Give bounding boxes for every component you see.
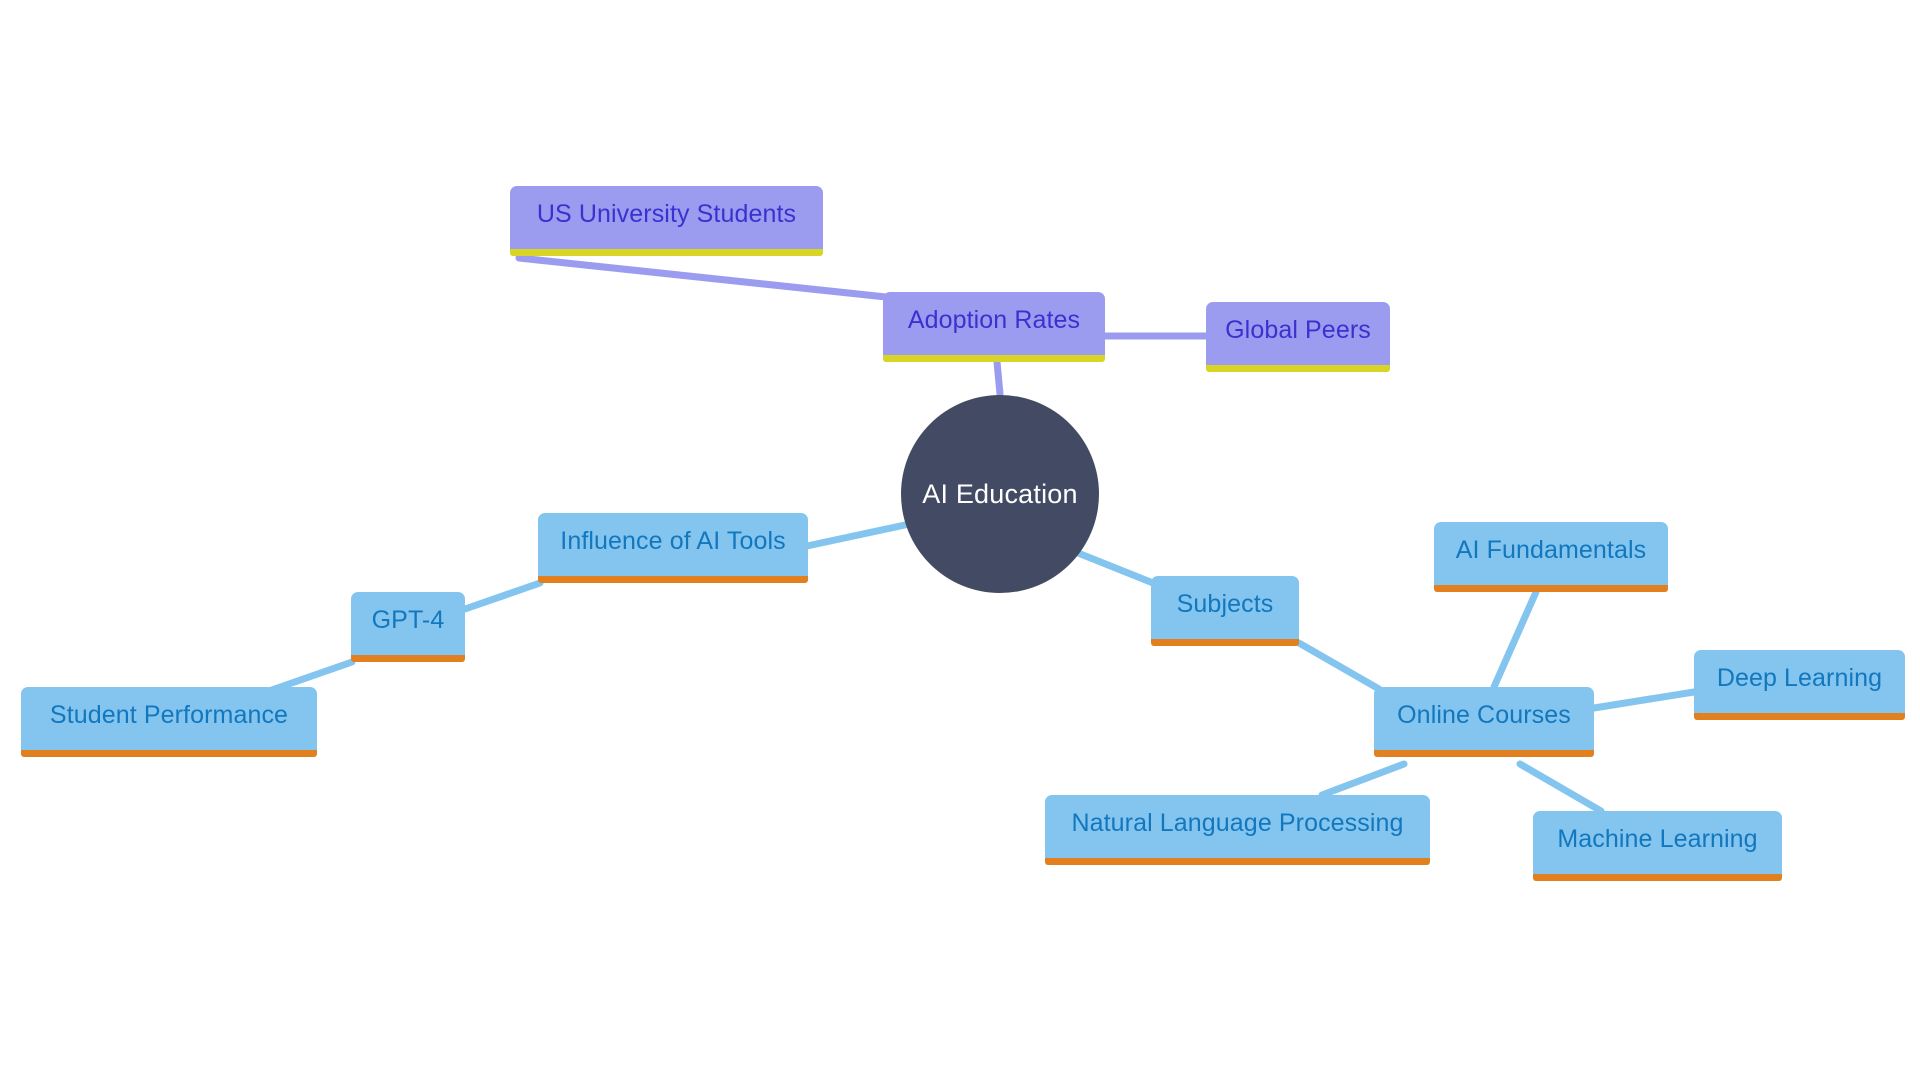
node-label-global-peers: Global Peers (1225, 316, 1371, 344)
edge-adoption-rates-to-us-university-students (515, 254, 890, 301)
edge-online-courses-to-natural-language-processing (1318, 760, 1408, 799)
node-global-peers[interactable]: Global Peers (1206, 302, 1390, 372)
root-node-label: AI Education (922, 478, 1078, 509)
node-machine-learning[interactable]: Machine Learning (1533, 811, 1782, 881)
node-label-adoption-rates: Adoption Rates (907, 306, 1081, 334)
edge-online-courses-to-ai-fundamentals (1490, 588, 1540, 691)
node-label-subjects: Subjects (1176, 590, 1274, 618)
node-influence-of-ai-tools[interactable]: Influence of AI Tools (538, 513, 808, 583)
node-subjects[interactable]: Subjects (1151, 576, 1299, 646)
node-label-online-courses: Online Courses (1397, 701, 1571, 729)
edge-online-courses-to-deep-learning (1590, 688, 1698, 712)
node-label-ai-fundamentals: AI Fundamentals (1455, 536, 1647, 564)
node-online-courses[interactable]: Online Courses (1374, 687, 1594, 757)
node-gpt-4[interactable]: GPT-4 (351, 592, 465, 662)
mind-map-canvas: AI Education Adoption Rates US University … (0, 0, 1920, 1080)
node-label-deep-learning: Deep Learning (1716, 664, 1883, 692)
edge-root-to-influence-of-ai-tools (803, 521, 909, 550)
edge-subjects-to-online-courses (1295, 639, 1383, 693)
node-adoption-rates[interactable]: Adoption Rates (883, 292, 1105, 362)
edge-root-to-subjects (1069, 547, 1157, 587)
node-us-university-students[interactable]: US University Students (510, 186, 823, 256)
edge-online-courses-to-machine-learning (1516, 760, 1605, 815)
node-deep-learning[interactable]: Deep Learning (1694, 650, 1905, 720)
node-label-natural-language-processing: Natural Language Processing (1071, 809, 1404, 837)
node-natural-language-processing[interactable]: Natural Language Processing (1045, 795, 1430, 865)
node-ai-fundamentals[interactable]: AI Fundamentals (1434, 522, 1668, 592)
edge-root-to-adoption-rates (993, 358, 1004, 398)
node-label-gpt-4: GPT-4 (371, 606, 445, 634)
node-label-machine-learning: Machine Learning (1557, 825, 1758, 853)
node-label-influence-of-ai-tools: Influence of AI Tools (560, 527, 786, 555)
node-label-student-performance: Student Performance (49, 701, 289, 729)
node-student-performance[interactable]: Student Performance (21, 687, 317, 757)
node-label-us-university-students: US University Students (536, 200, 797, 228)
edge-influence-of-ai-tools-to-gpt-4 (461, 579, 544, 613)
root-node-root[interactable]: AI Education (901, 395, 1099, 593)
